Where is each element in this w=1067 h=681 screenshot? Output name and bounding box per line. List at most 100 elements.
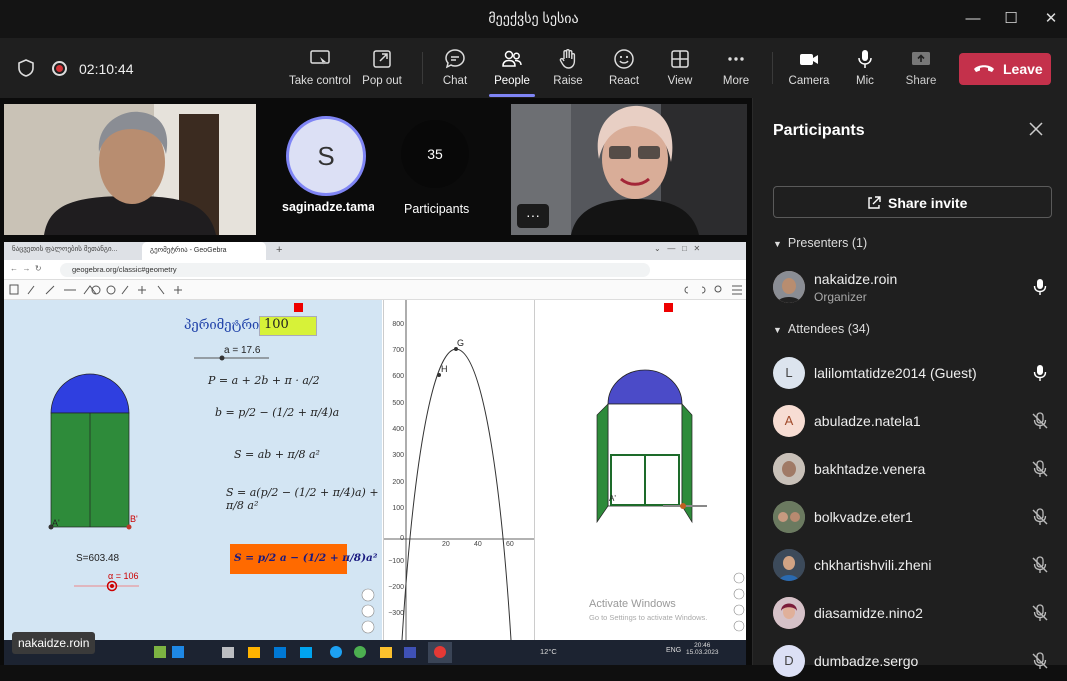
react-button[interactable]: React [592,48,656,92]
maximize-icon[interactable]: ☐ [1000,8,1022,30]
avatar: D [773,645,805,677]
participant-video [4,104,256,235]
chat-button[interactable]: Chat [423,48,487,92]
share-button[interactable]: Share [889,48,953,92]
browser-window-controls[interactable]: ⌄ — □ ✕ [654,244,700,253]
point-G-label: G [457,338,465,348]
take-control-icon [310,50,330,66]
people-button[interactable]: People [480,48,544,92]
taskbar-language: ENG [666,647,682,654]
share-icon [868,196,881,209]
window-shape-drawing [596,303,745,632]
geometry-canvas [4,300,382,640]
geogebra-toolbar[interactable] [4,280,746,300]
microphone-icon [1033,279,1047,295]
participant-row[interactable]: bakhtadze.venera [773,449,1058,489]
video-options-button[interactable]: ··· [517,204,549,228]
participant-row[interactable]: L lalilomtatidze2014 (Guest) [773,353,1058,393]
avatar [773,549,805,581]
active-tab-indicator [489,94,535,97]
participant-name: nakaidze.roin [814,271,898,287]
title-bar: მეექვსე სესია — ☐ ✕ [0,0,1067,38]
mic-muted-icon [1032,556,1048,573]
perimeter-input[interactable]: 100 [259,316,317,336]
pop-out-button[interactable]: Pop out [350,48,414,92]
camera-button[interactable]: Camera [777,48,841,92]
avatar: L [773,357,805,389]
pop-out-icon [373,50,391,68]
browser-tab-active[interactable]: გეომეტრია - GeoGebra [142,242,266,260]
participant-row[interactable]: A abuladze.natela1 [773,401,1058,441]
browser-address-bar: ← → ↻ geogebra.org/classic#geometry [4,260,746,280]
formula-b: b = p/2 − (1/2 + π/4)a [215,406,340,419]
view-button[interactable]: View [648,48,712,92]
new-tab-button[interactable]: + [276,244,282,256]
more-dots-icon [728,57,744,61]
graphics-view-2[interactable]: A' Activate Windows Go to Settings to ac… [534,300,746,640]
video-tile-presenter[interactable] [4,104,256,235]
participant-row[interactable]: bolkvadze.eter1 [773,497,1058,537]
avatar-tile[interactable]: S saginadze.tamaz [278,116,374,216]
participants-count-tile[interactable]: 35 Participants [398,118,474,218]
avatar [773,597,805,629]
participant-row[interactable]: diasamidze.nino2 [773,593,1058,633]
mic-muted-icon [1032,604,1048,621]
close-icon[interactable] [1029,122,1043,136]
mic-muted-icon [1032,652,1048,669]
avatar: A [773,405,805,437]
toolbar-divider [772,52,773,84]
meeting-timer: 02:10:44 [79,61,134,77]
grid-view-icon [671,50,689,68]
share-invite-button[interactable]: Share invite [773,186,1052,218]
window-title: მეექვსე სესია [488,10,579,26]
take-control-button[interactable]: Take control [288,48,352,92]
mic-button[interactable]: Mic [833,48,897,92]
presenters-header[interactable]: ▼ Presenters (1) [773,236,867,250]
participant-name: dumbadze.sergo [814,653,919,669]
graphics-view[interactable]: G H 800 700 600 500 400 300 200 100 0 −1… [383,300,534,640]
close-window-icon[interactable]: ✕ [1040,8,1062,30]
taskbar-clock: 20:46 15.03.2023 [686,642,719,656]
leave-button[interactable]: Leave [959,53,1051,85]
participant-row[interactable]: nakaidze.roin Organizer [773,267,1058,307]
participant-row[interactable]: chkhartishvili.zheni [773,545,1058,585]
mic-muted-icon [1032,412,1048,429]
participant-name: bakhtadze.venera [814,461,926,477]
avatar [773,271,805,303]
formula-area-1: S = ab + π/8 a² [234,448,320,461]
mic-muted-icon [1032,508,1048,525]
hang-up-icon [974,65,994,72]
alpha-slider-label: α = 106 [108,571,139,581]
chevron-down-icon: ▼ [773,325,782,335]
shield-icon [18,59,34,77]
more-button[interactable]: More [704,48,768,92]
geogebra-tool-icons [9,284,742,295]
tile-name: saginadze.tamaz [282,200,374,214]
share-screen-icon [912,52,930,65]
shared-taskbar: 12°C ENG 20:46 15.03.2023 nakaidze.roin [4,632,746,665]
geometry-view[interactable]: პერიმეტრი 100 a = 17.6 P = a + 2b + π · … [4,300,382,640]
point-A-label-3d: A' [609,494,616,503]
people-icon [502,50,522,67]
participant-name: lalilomtatidze2014 (Guest) [814,365,977,381]
formula-area-3: S = p/2 a − (1/2 + π/8)a² [234,552,378,564]
recording-icon [52,61,67,76]
x-tick: 40 [474,541,482,548]
microphone-icon [858,50,872,68]
participants-label: Participants [404,202,470,216]
minimize-icon[interactable]: — [962,8,984,30]
participant-name: diasamidze.nino2 [814,605,923,621]
browser-nav-icons[interactable]: ← → ↻ [10,264,42,273]
perimeter-label: პერიმეტრი [184,318,260,333]
participant-row[interactable]: D dumbadze.sergo [773,641,1058,681]
video-tile-attendee[interactable]: ··· [511,104,747,235]
avatar [773,453,805,485]
raise-hand-button[interactable]: Raise [536,48,600,92]
chevron-down-icon: ▼ [773,239,782,249]
attendees-header[interactable]: ▼ Attendees (34) [773,322,870,336]
point-H-label: H [441,364,448,374]
x-tick: 20 [442,541,450,548]
url-field[interactable]: geogebra.org/classic#geometry [60,263,650,277]
browser-tab[interactable]: ნაცვეთის ფალოების მეთანგი... [12,245,140,253]
chat-icon [445,49,465,69]
